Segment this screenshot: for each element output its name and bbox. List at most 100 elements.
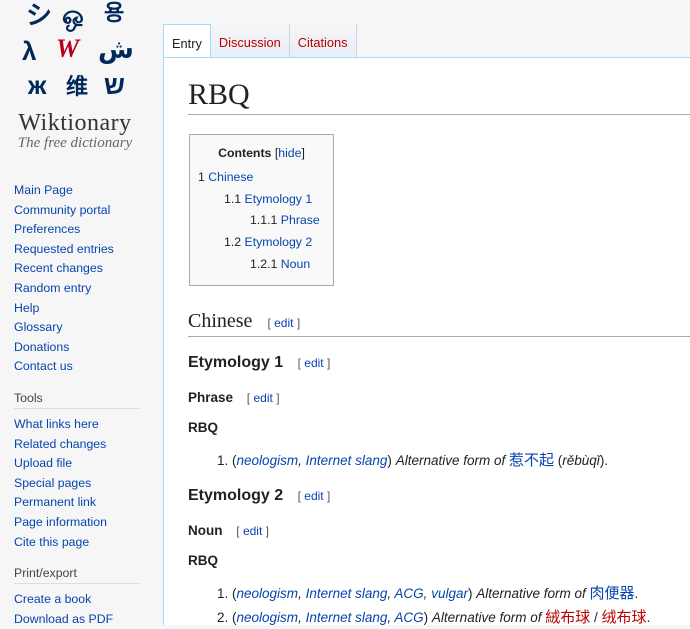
navigation-portlet: Main Page Community portal Preferences R… <box>14 181 154 377</box>
label-link-vulgar[interactable]: vulgar <box>431 586 468 601</box>
label-link-neologism[interactable]: neologism <box>237 586 299 601</box>
tab-discussion[interactable]: Discussion <box>210 24 290 57</box>
toc-item-noun[interactable]: 1.2.1 Noun <box>250 254 310 274</box>
logo-glyph-cjk-icon: 维 <box>66 74 89 99</box>
sidebar-item: What links here <box>14 415 154 435</box>
sidebar-link-community-portal[interactable]: Community portal <box>14 203 110 217</box>
sidebar-link-contact-us[interactable]: Contact us <box>14 359 73 373</box>
sidebar-item: Preferences <box>14 220 154 240</box>
sidebar-link-requested-entries[interactable]: Requested entries <box>14 242 114 256</box>
logo-tagline: The free dictionary <box>17 135 133 151</box>
toc-label: Phrase <box>280 213 320 227</box>
definition-2-1: 1. (neologism, Internet slang, ACG, vulg… <box>217 584 639 602</box>
link-target-rongbuqiu-simplified[interactable]: 绒布球 <box>602 608 647 626</box>
label-link-acg[interactable]: ACG <box>394 586 423 601</box>
sidebar-link-random-entry[interactable]: Random entry <box>14 281 91 295</box>
toc-label: Chinese <box>208 170 254 184</box>
tab-citations[interactable]: Citations <box>289 24 357 57</box>
logo-glyph-arabic-icon: ش <box>98 34 134 64</box>
sidebar-link-help[interactable]: Help <box>14 301 39 315</box>
edit-section-phrase: [ edit ] <box>246 391 280 405</box>
section-heading-noun: Noun [ edit ] <box>188 523 269 538</box>
headword-2: RBQ <box>188 553 218 568</box>
edit-link[interactable]: edit <box>304 489 323 503</box>
toc-item-phrase[interactable]: 1.1.1 Phrase <box>250 210 320 230</box>
toc-item-etymology-1[interactable]: 1.1 Etymology 1 <box>224 189 312 209</box>
page-tabs: Entry Discussion Citations <box>163 24 357 58</box>
sidebar-item: Related changes <box>14 435 154 455</box>
section-heading-etymology-2: Etymology 2 [ edit ] <box>188 487 331 504</box>
logo-glyph-shi-icon: シ <box>26 0 53 30</box>
sidebar-item: Create a book <box>14 590 154 610</box>
section-heading-chinese: Chinese [ edit ] <box>188 310 690 337</box>
toc-label: Noun <box>280 257 311 271</box>
tab-entry[interactable]: Entry <box>163 24 211 58</box>
link-target-rebuqi[interactable]: 惹不起 <box>509 451 554 469</box>
toc-item-etymology-2[interactable]: 1.2 Etymology 2 <box>224 232 312 252</box>
toc-item-chinese[interactable]: 1 Chinese <box>198 167 253 187</box>
sidebar-link-related-changes[interactable]: Related changes <box>14 437 106 451</box>
logo-glyph-om-icon: ஒ <box>62 0 84 30</box>
logo-glyph-hebrew-icon: ש <box>104 70 125 100</box>
edit-section-etymology-2: [ edit ] <box>297 489 331 503</box>
label-link-internet-slang[interactable]: Internet slang <box>306 453 388 468</box>
toc-hide-toggle: [hide] <box>274 146 305 160</box>
sidebar-link-glossary[interactable]: Glossary <box>14 320 63 334</box>
toc-number: 1 <box>198 170 205 184</box>
sidebar-link-what-links-here[interactable]: What links here <box>14 417 99 431</box>
sidebar-link-page-information[interactable]: Page information <box>14 515 107 529</box>
sidebar-link-permanent-link[interactable]: Permanent link <box>14 495 96 509</box>
edit-section-etymology-1: [ edit ] <box>297 356 331 370</box>
sidebar-item: Page information <box>14 513 154 533</box>
edit-link[interactable]: edit <box>253 391 272 405</box>
sidebar-link-create-a-book[interactable]: Create a book <box>14 592 91 606</box>
sidebar-item: Requested entries <box>14 240 154 260</box>
tools-heading[interactable]: Tools <box>14 391 140 409</box>
sidebar-link-donations[interactable]: Donations <box>14 340 69 354</box>
sidebar-link-special-pages[interactable]: Special pages <box>14 476 91 490</box>
logo-wordmark: Wiktionary <box>18 110 132 136</box>
toc-label: Etymology 2 <box>244 235 313 249</box>
sidebar-link-recent-changes[interactable]: Recent changes <box>14 261 103 275</box>
sidebar-item: Special pages <box>14 474 154 494</box>
wiktionary-logo[interactable]: シ ஒ 용 λ W ش ж 维 ש Wiktionary The free di… <box>0 0 162 160</box>
edit-link[interactable]: edit <box>304 356 323 370</box>
sidebar-link-download-as-pdf[interactable]: Download as PDF <box>14 612 113 626</box>
sidebar-link-main-page[interactable]: Main Page <box>14 183 73 197</box>
sidebar-item: Contact us <box>14 357 154 377</box>
toc-title: Contents <box>218 146 272 160</box>
sidebar-item: Help <box>14 299 154 319</box>
edit-link[interactable]: edit <box>243 524 262 538</box>
link-target-rongbuqiu-traditional[interactable]: 絨布球 <box>545 608 590 626</box>
edit-link[interactable]: edit <box>274 316 293 330</box>
logo-glyph-lambda-icon: λ <box>22 36 37 66</box>
tools-portlet: What links here Related changes Upload f… <box>14 415 154 552</box>
sidebar-item: Glossary <box>14 318 154 338</box>
label-link-neologism[interactable]: neologism <box>237 610 299 625</box>
sidebar-link-upload-file[interactable]: Upload file <box>14 456 72 470</box>
headword-1: RBQ <box>188 420 218 435</box>
label-link-internet-slang[interactable]: Internet slang <box>306 610 388 625</box>
logo-glyph-ko-icon: 용 <box>104 0 125 25</box>
toc-title-row: Contents [hide] <box>190 146 333 164</box>
sidebar-link-cite-this-page[interactable]: Cite this page <box>14 535 89 549</box>
sidebar-item: Permanent link <box>14 493 154 513</box>
print-export-heading[interactable]: Print/export <box>14 566 140 585</box>
edit-section-chinese: [ edit ] <box>267 316 301 330</box>
label-link-acg[interactable]: ACG <box>394 610 423 625</box>
label-link-neologism[interactable]: neologism <box>237 453 299 468</box>
toc-number: 1.2.1 <box>250 257 278 271</box>
sidebar-item: Main Page <box>14 181 154 201</box>
label-link-internet-slang[interactable]: Internet slang <box>306 586 388 601</box>
logo-glyph-ml-icon: ж <box>28 70 47 100</box>
sidebar-item: Recent changes <box>14 259 154 279</box>
toc-number: 1.1 <box>224 192 242 206</box>
page-title: RBQ <box>188 78 690 115</box>
sidebar-link-preferences[interactable]: Preferences <box>14 222 80 236</box>
sidebar-item: Cite this page <box>14 533 154 553</box>
logo-glyph-w-icon: W <box>56 34 80 63</box>
sidebar-item: Upload file <box>14 454 154 474</box>
link-target-roubianqi[interactable]: 肉便器 <box>590 584 635 602</box>
toc-number: 1.1.1 <box>250 213 278 227</box>
toc-hide-link[interactable]: hide <box>278 146 301 160</box>
